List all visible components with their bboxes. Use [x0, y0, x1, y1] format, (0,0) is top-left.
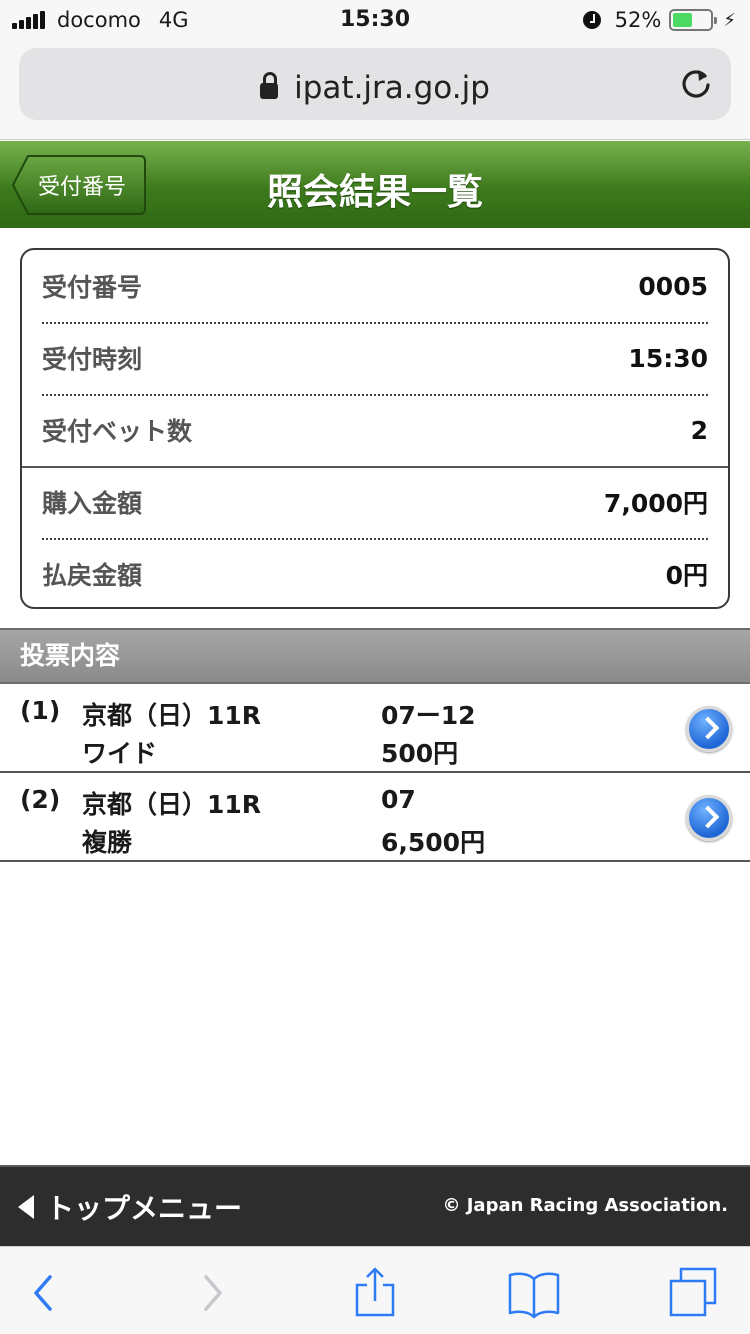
bet-row[interactable]: (2) 京都（日）11R 複勝 07 6,500円	[0, 773, 750, 862]
summary-row-bet-count: 受付ベット数 2	[42, 394, 708, 466]
triangle-left-icon	[18, 1195, 34, 1219]
bet-row[interactable]: (1) 京都（日）11R ワイド 07ー12 500円	[0, 684, 750, 773]
bet-index: (2)	[20, 785, 61, 814]
url-text: ipat.jra.go.jp	[294, 70, 490, 106]
summary-value: 0円	[665, 561, 708, 590]
bookmarks-icon[interactable]	[506, 1265, 562, 1321]
browser-address-area: ipat.jra.go.jp	[0, 40, 750, 140]
summary-label: 払戻金額	[42, 561, 143, 590]
summary-row-payout-amount: 払戻金額 0円	[42, 538, 708, 607]
bet-race: 京都（日）11R	[82, 701, 262, 730]
summary-row-receipt-time: 受付時刻 15:30	[42, 322, 708, 394]
summary-label: 受付時刻	[42, 345, 143, 374]
section-header-bet-contents: 投票内容	[0, 628, 750, 684]
forward-arrow-icon[interactable]	[184, 1265, 240, 1321]
page-header: 受付番号 照会結果一覧	[0, 141, 750, 228]
summary-card: 受付番号 0005 受付時刻 15:30 受付ベット数 2 購入金額 7,000…	[20, 248, 730, 609]
copyright-text: © Japan Racing Association.	[442, 1195, 728, 1216]
alarm-icon	[582, 11, 601, 29]
browser-toolbar	[0, 1246, 750, 1334]
address-bar[interactable]: ipat.jra.go.jp	[19, 48, 731, 120]
summary-label: 購入金額	[42, 489, 143, 518]
battery-percent: 52%	[614, 8, 662, 32]
reload-icon[interactable]	[679, 66, 713, 100]
summary-label: 受付番号	[42, 273, 143, 302]
summary-row-purchase-amount: 購入金額 7,000円	[42, 466, 708, 538]
summary-value: 2	[690, 415, 708, 445]
share-icon[interactable]	[347, 1265, 403, 1321]
lock-icon	[260, 72, 279, 99]
charging-icon: ⚡	[723, 9, 736, 31]
bet-type: ワイド	[82, 739, 158, 768]
summary-value: 0005	[638, 271, 708, 301]
bet-index: (1)	[20, 696, 61, 725]
bet-amount: 500円	[381, 739, 459, 768]
bet-amount: 6,500円	[381, 828, 486, 857]
page-footer: トップメニュー © Japan Racing Association.	[0, 1165, 750, 1246]
bet-type: 複勝	[82, 828, 133, 857]
status-bar: docomo 4G 15:30 52% ⚡	[0, 0, 750, 40]
page-title: 照会結果一覧	[266, 172, 483, 213]
summary-value: 15:30	[628, 343, 708, 373]
summary-row-receipt-number: 受付番号 0005	[42, 250, 708, 322]
bet-numbers: 07	[381, 785, 416, 814]
bet-race: 京都（日）11R	[82, 790, 262, 819]
battery-icon	[669, 9, 718, 31]
top-menu-label: トップメニュー	[46, 1192, 243, 1225]
status-right: 52% ⚡	[582, 8, 736, 32]
url-display[interactable]: ipat.jra.go.jp	[19, 70, 731, 106]
tabs-icon[interactable]	[665, 1265, 721, 1321]
top-menu-link[interactable]: トップメニュー	[18, 1187, 242, 1227]
back-arrow-icon[interactable]	[16, 1265, 72, 1321]
chevron-right-icon[interactable]	[686, 706, 732, 752]
bet-numbers: 07ー12	[381, 701, 476, 730]
summary-label: 受付ベット数	[42, 417, 193, 446]
summary-value: 7,000円	[603, 489, 708, 518]
chevron-right-icon[interactable]	[686, 795, 732, 841]
